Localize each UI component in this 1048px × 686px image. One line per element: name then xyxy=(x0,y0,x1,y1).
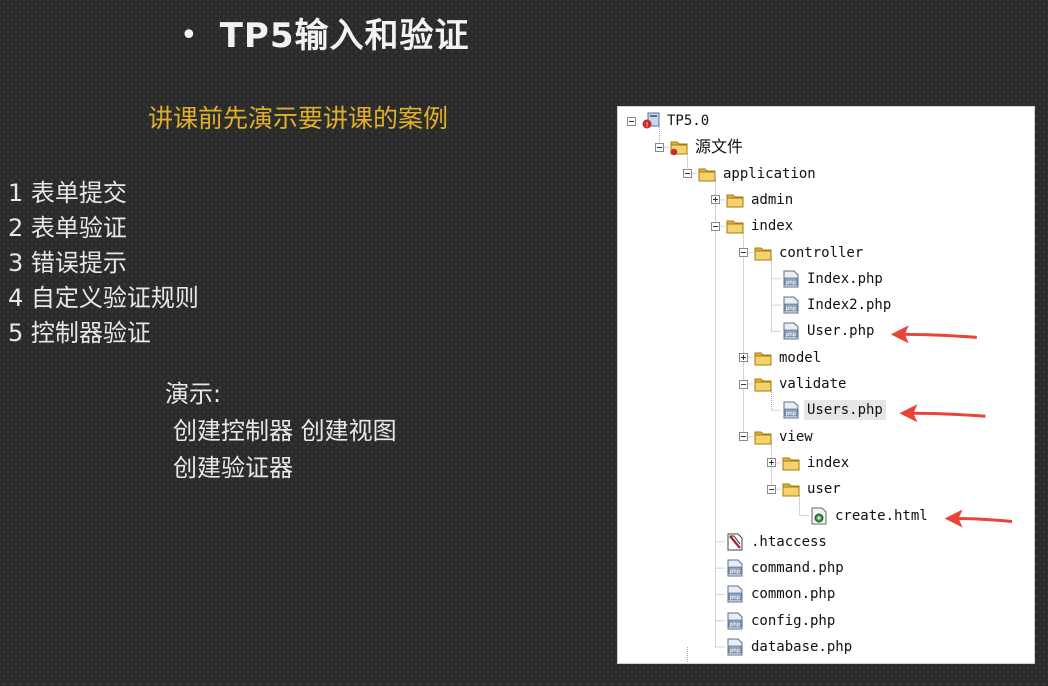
topic-item: 4 自定义验证规则 xyxy=(8,284,199,312)
php-file-icon: php xyxy=(781,269,801,289)
folder-icon xyxy=(753,427,773,447)
demo-line-2: 创建验证器 xyxy=(173,454,293,482)
slide-title: TP5输入和验证 xyxy=(219,16,470,56)
svg-text:php: php xyxy=(730,595,741,601)
folder-icon xyxy=(781,453,801,473)
topic-item: 2 表单验证 xyxy=(8,214,127,242)
svg-text:php: php xyxy=(786,411,797,417)
expand-toggle[interactable] xyxy=(711,195,720,205)
tree-node-label[interactable]: config.php xyxy=(751,611,835,631)
tree-node-label[interactable]: user xyxy=(807,479,841,499)
folder-icon xyxy=(781,479,801,499)
svg-text:php: php xyxy=(730,622,741,628)
svg-text:php: php xyxy=(786,280,797,286)
tree-node-label[interactable]: Index.php xyxy=(807,269,883,289)
tree-node-label[interactable]: database.php xyxy=(751,637,852,657)
folder-icon xyxy=(753,348,773,368)
svg-text:php: php xyxy=(730,648,741,654)
demo-line-1: 创建控制器 创建视图 xyxy=(173,417,397,445)
collapse-toggle[interactable] xyxy=(767,484,776,494)
collapse-toggle[interactable] xyxy=(627,116,636,126)
collapse-toggle[interactable] xyxy=(683,169,692,179)
php-file-icon: php xyxy=(781,295,801,315)
slide-title-row: • TP5输入和验证 xyxy=(180,14,469,58)
folder-icon xyxy=(753,374,773,394)
collapse-toggle[interactable] xyxy=(739,432,748,442)
expand-toggle[interactable] xyxy=(767,458,776,468)
topic-item: 3 错误提示 xyxy=(8,249,127,277)
php-file-icon: php xyxy=(781,400,801,420)
title-bullet: • xyxy=(180,18,198,53)
topic-item: 1 表单提交 xyxy=(8,179,127,207)
php-file-icon: php xyxy=(725,611,745,631)
php-file-icon: php xyxy=(725,584,745,604)
tree-node-label[interactable]: model xyxy=(779,348,821,368)
svg-text:php: php xyxy=(786,306,797,312)
project-icon: ! xyxy=(641,111,661,131)
tree-node-label[interactable]: validate xyxy=(779,374,846,394)
collapse-toggle[interactable] xyxy=(739,379,748,389)
php-file-icon: php xyxy=(781,321,801,341)
html-file-icon xyxy=(809,506,829,526)
source-folder-icon xyxy=(669,137,689,157)
tree-node-label[interactable]: index xyxy=(751,216,793,236)
htaccess-file-icon xyxy=(725,532,745,552)
php-file-icon: php xyxy=(725,637,745,657)
folder-icon xyxy=(725,216,745,236)
tree-node-label[interactable]: common.php xyxy=(751,584,835,604)
demo-block: 演示: 创建控制器 创建视图 创建验证器 xyxy=(165,376,397,487)
topic-item: 5 控制器验证 xyxy=(8,319,151,347)
folder-icon xyxy=(753,243,773,263)
topic-list: 1 表单提交 2 表单验证 3 错误提示 4 自定义验证规则 5 控制器验证 xyxy=(8,176,199,351)
tree-node-label[interactable]: view xyxy=(779,427,813,447)
tree-node-label[interactable]: index xyxy=(807,453,849,473)
tree-node-label[interactable]: command.php xyxy=(751,558,844,578)
tree-node-label[interactable]: create.html xyxy=(835,506,928,526)
expand-toggle[interactable] xyxy=(739,353,748,363)
collapse-toggle[interactable] xyxy=(739,248,748,257)
slide-subtitle: 讲课前先演示要讲课的案例 xyxy=(148,104,449,133)
tree-node-label[interactable]: TP5.0 xyxy=(667,111,709,131)
tree-node-label[interactable]: Users.php xyxy=(804,400,886,421)
tree-node-label[interactable]: controller xyxy=(779,243,863,263)
tree-node-label[interactable]: User.php xyxy=(807,321,874,341)
collapse-toggle[interactable] xyxy=(711,221,720,231)
folder-icon xyxy=(725,190,745,210)
tree-node-label[interactable]: 源文件 xyxy=(695,137,743,157)
demo-heading: 演示: xyxy=(165,380,222,408)
tree-node-label[interactable]: Index2.php xyxy=(807,295,891,315)
folder-icon xyxy=(697,164,717,184)
php-file-icon: php xyxy=(725,558,745,578)
svg-text:php: php xyxy=(786,332,797,338)
tree-node-label[interactable]: .htaccess xyxy=(751,532,827,552)
project-file-tree[interactable]: ! TP5.0 源文件 application admin index controller… xyxy=(617,106,1035,664)
svg-text:!: ! xyxy=(646,121,649,129)
tree-node-label[interactable]: admin xyxy=(751,190,793,210)
collapse-toggle[interactable] xyxy=(655,142,664,152)
svg-text:php: php xyxy=(730,569,741,575)
tree-node-label[interactable]: application xyxy=(723,164,816,184)
